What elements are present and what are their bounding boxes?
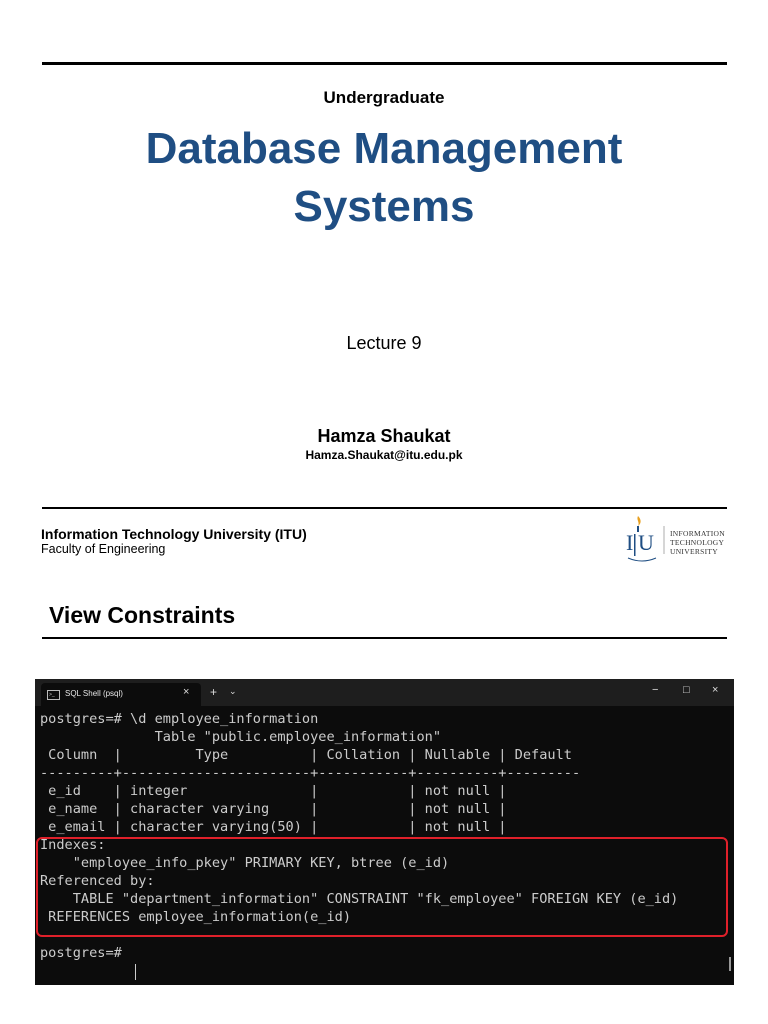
section-title: View Constraints <box>49 602 236 628</box>
terminal-line: ---------+-----------------------+------… <box>40 765 581 781</box>
terminal-icon: >_ <box>47 690 60 700</box>
top-rule <box>42 62 727 65</box>
author-email: Hamza.Shaukat@itu.edu.pk <box>305 448 463 462</box>
window-close-icon[interactable]: × <box>712 684 718 696</box>
svg-text:I: I <box>626 530 633 555</box>
tab-close-icon[interactable]: × <box>183 686 189 698</box>
maximize-icon[interactable]: □ <box>683 684 690 696</box>
chevron-down-icon[interactable]: ⌄ <box>229 686 237 697</box>
course-title-line-1: Database Management <box>145 124 623 173</box>
section-rule <box>42 637 727 639</box>
middle-rule <box>42 507 727 509</box>
itu-logo: I U INFORMATION TECHNOLOGY UNIVERSITY <box>622 512 732 566</box>
faculty-name: Faculty of Engineering <box>41 542 166 556</box>
constraints-highlight-box <box>36 837 728 937</box>
author-name: Hamza Shaukat <box>317 426 451 446</box>
terminal-tab-bar: >_ SQL Shell (psql) × + ⌄ − □ × <box>35 679 734 706</box>
terminal-tab-label: SQL Shell (psql) <box>65 689 123 698</box>
logo-word-2: TECHNOLOGY <box>670 538 725 547</box>
svg-text:U: U <box>638 530 654 555</box>
logo-word-3: UNIVERSITY <box>670 547 718 556</box>
logo-word-1: INFORMATION <box>670 529 725 538</box>
course-title: Database Management Systems <box>0 120 768 236</box>
terminal-scrollbar[interactable] <box>729 957 731 971</box>
itu-logo-mark-icon: I U <box>626 516 665 562</box>
terminal-tab[interactable]: >_ SQL Shell (psql) × <box>41 683 201 706</box>
terminal-line: e_name | character varying | | not null … <box>40 801 507 817</box>
institution-name: Information Technology University (ITU) <box>41 526 307 542</box>
new-tab-icon[interactable]: + <box>210 685 217 699</box>
terminal-line: e_id | integer | | not null | <box>40 783 507 799</box>
terminal-line: postgres=# <box>40 945 131 961</box>
logo-wordmark: INFORMATION TECHNOLOGY UNIVERSITY <box>670 529 725 556</box>
terminal-line: Table "public.employee_information" <box>40 729 442 745</box>
course-level: Undergraduate <box>323 88 445 107</box>
minimize-icon[interactable]: − <box>652 684 658 696</box>
terminal-line: Column | Type | Collation | Nullable | D… <box>40 747 572 763</box>
terminal-line: e_email | character varying(50) | | not … <box>40 819 507 835</box>
text-cursor <box>135 964 136 980</box>
lecture-number: Lecture 9 <box>346 333 422 353</box>
course-title-line-2: Systems <box>293 182 475 231</box>
terminal-window[interactable]: >_ SQL Shell (psql) × + ⌄ − □ × postgres… <box>35 679 734 985</box>
terminal-line: postgres=# \d employee_information <box>40 711 319 727</box>
